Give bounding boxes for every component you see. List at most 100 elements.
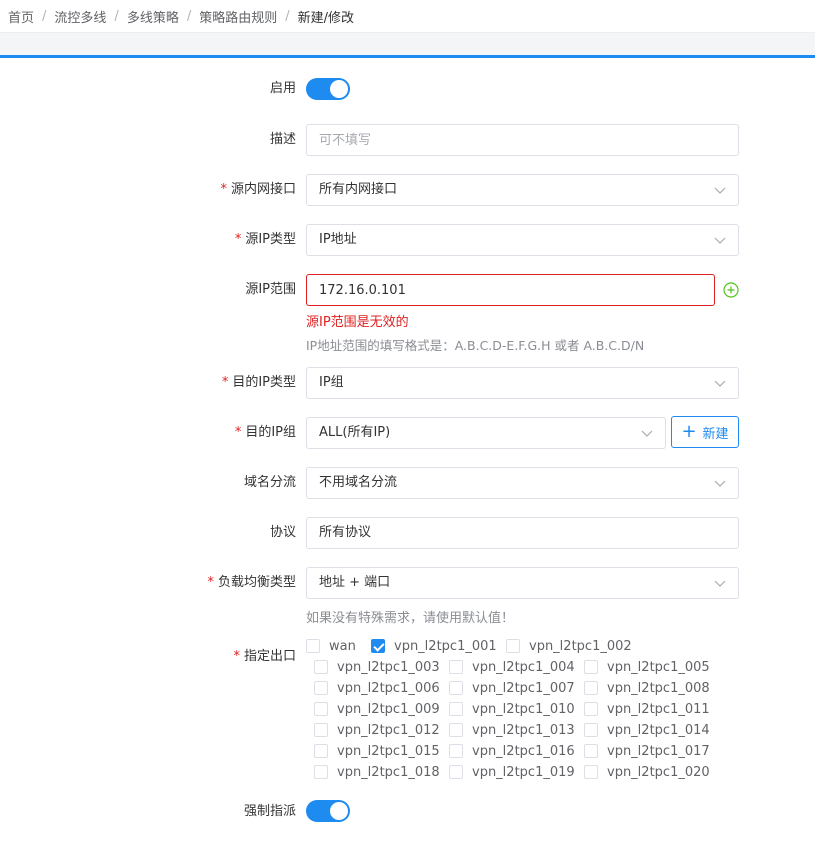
checkbox[interactable] (584, 765, 598, 779)
exit-option-label: vpn_l2tpc1_007 (472, 680, 575, 696)
exit-option[interactable]: vpn_l2tpc1_003 (314, 657, 440, 677)
switch-knob (330, 80, 348, 98)
breadcrumb-home[interactable]: 首页 (8, 7, 34, 26)
exit-option[interactable]: vpn_l2tpc1_017 (584, 741, 710, 761)
breadcrumb-route-rules[interactable]: 策略路由规则 (199, 7, 277, 26)
breadcrumb-multiline-policy[interactable]: 多线策略 (127, 7, 179, 26)
checkbox[interactable] (314, 765, 328, 779)
exit-option[interactable]: vpn_l2tpc1_009 (314, 699, 440, 719)
breadcrumb-separator: / (114, 8, 119, 24)
exit-option-label: vpn_l2tpc1_013 (472, 722, 575, 738)
checkbox[interactable] (314, 681, 328, 695)
checkbox[interactable] (449, 765, 463, 779)
checkbox[interactable] (584, 660, 598, 674)
exit-option[interactable]: vpn_l2tpc1_004 (449, 657, 575, 677)
exit-option-label: vpn_l2tpc1_004 (472, 659, 575, 675)
checkbox[interactable] (314, 744, 328, 758)
src-ip-range-field (306, 274, 715, 306)
exit-option[interactable]: vpn_l2tpc1_013 (449, 720, 575, 740)
protocol-field[interactable]: 所有协议 (306, 517, 739, 549)
exit-option[interactable]: vpn_l2tpc1_016 (449, 741, 575, 761)
checkbox[interactable] (506, 639, 520, 653)
checkbox[interactable] (449, 702, 463, 716)
domain-split-label: 域名分流 (243, 475, 296, 490)
chevron-down-icon (714, 187, 726, 194)
checkbox[interactable] (584, 702, 598, 716)
src-ip-range-hint: IP地址范围的填写格式是：A.B.C.D-E.F.G.H 或者 A.B.C.D/… (306, 338, 645, 353)
dst-ip-group-select[interactable]: ALL(所有IP) (306, 417, 666, 449)
protocol-value: 所有协议 (319, 525, 372, 540)
exit-option[interactable]: vpn_l2tpc1_008 (584, 678, 710, 698)
force-assign-switch[interactable] (306, 800, 350, 822)
checkbox-checked[interactable] (371, 639, 385, 653)
checkbox[interactable] (449, 723, 463, 737)
breadcrumb-separator: / (285, 8, 290, 24)
exit-option[interactable]: vpn_l2tpc1_005 (584, 657, 710, 677)
checkbox[interactable] (306, 639, 320, 653)
checkbox[interactable] (314, 702, 328, 716)
exit-option-label: vpn_l2tpc1_012 (337, 722, 440, 738)
domain-split-value: 不用域名分流 (319, 475, 398, 490)
exit-option[interactable]: vpn_l2tpc1_010 (449, 699, 575, 719)
src-ip-range-input[interactable] (307, 275, 714, 305)
checkbox[interactable] (314, 723, 328, 737)
exit-option[interactable]: vpn_l2tpc1_015 (314, 741, 440, 761)
protocol-label: 协议 (269, 525, 296, 540)
switch-knob (330, 802, 348, 820)
dst-ip-type-select[interactable]: IP组 (306, 367, 739, 399)
checkbox[interactable] (584, 681, 598, 695)
exit-option[interactable]: vpn_l2tpc1_019 (449, 762, 575, 782)
enable-switch[interactable] (306, 78, 350, 100)
breadcrumb-flow-control[interactable]: 流控多线 (54, 7, 106, 26)
description-label: 描述 (269, 132, 296, 147)
plus-circle-icon[interactable] (723, 282, 739, 298)
src-iface-label: * 源内网接口 (220, 182, 296, 197)
lb-type-value: 地址 + 端口 (319, 575, 391, 590)
checkbox[interactable] (449, 660, 463, 674)
src-iface-value: 所有内网接口 (319, 182, 398, 197)
exit-option-label: vpn_l2tpc1_016 (472, 743, 575, 759)
exit-option[interactable]: vpn_l2tpc1_007 (449, 678, 575, 698)
new-ip-group-button[interactable]: + 新建 (671, 416, 739, 448)
dst-ip-type-value: IP组 (319, 375, 344, 390)
exit-option[interactable]: vpn_l2tpc1_012 (314, 720, 440, 740)
exit-option[interactable]: vpn_l2tpc1_020 (584, 762, 710, 782)
enable-label: 启用 (269, 81, 296, 96)
breadcrumb-separator: / (186, 8, 192, 24)
exit-option[interactable]: vpn_l2tpc1_014 (584, 720, 710, 740)
checkbox[interactable] (584, 744, 598, 758)
exit-option[interactable]: vpn_l2tpc1_002 (506, 636, 632, 656)
required-mark: * (220, 182, 227, 197)
chevron-down-icon (641, 430, 653, 437)
exit-option[interactable]: vpn_l2tpc1_011 (584, 699, 710, 719)
src-ip-type-label: * 源IP类型 (234, 232, 296, 247)
dst-ip-group-value: ALL(所有IP) (319, 425, 391, 440)
exit-option-label: vpn_l2tpc1_005 (607, 659, 710, 675)
chevron-down-icon (714, 480, 726, 487)
exit-option-label: vpn_l2tpc1_006 (337, 680, 440, 696)
src-iface-select[interactable]: 所有内网接口 (306, 174, 739, 206)
exit-option-label: vpn_l2tpc1_003 (337, 659, 440, 675)
exit-option[interactable]: vpn_l2tpc1_001 (371, 636, 497, 656)
exit-option[interactable]: vpn_l2tpc1_018 (314, 762, 440, 782)
checkbox[interactable] (314, 660, 328, 674)
exit-option-label: vpn_l2tpc1_011 (607, 701, 710, 717)
header-band (0, 32, 815, 56)
lb-type-select[interactable]: 地址 + 端口 (306, 567, 739, 599)
exit-option[interactable]: vpn_l2tpc1_006 (314, 678, 440, 698)
exit-option[interactable]: wan (306, 636, 356, 656)
exit-option-label: vpn_l2tpc1_017 (607, 743, 710, 759)
description-field (306, 124, 739, 156)
src-ip-type-select[interactable]: IP地址 (306, 224, 739, 256)
lb-type-label: * 负载均衡类型 (207, 575, 296, 590)
exit-option-label: vpn_l2tpc1_019 (472, 764, 575, 780)
checkbox[interactable] (449, 744, 463, 758)
dst-ip-group-label: * 目的IP组 (234, 425, 296, 440)
description-input[interactable] (307, 125, 738, 155)
required-mark: * (234, 425, 242, 440)
force-assign-label: 强制指派 (243, 804, 296, 819)
checkbox[interactable] (449, 681, 463, 695)
domain-split-select[interactable]: 不用域名分流 (306, 467, 739, 499)
chevron-down-icon (714, 237, 726, 244)
checkbox[interactable] (584, 723, 598, 737)
